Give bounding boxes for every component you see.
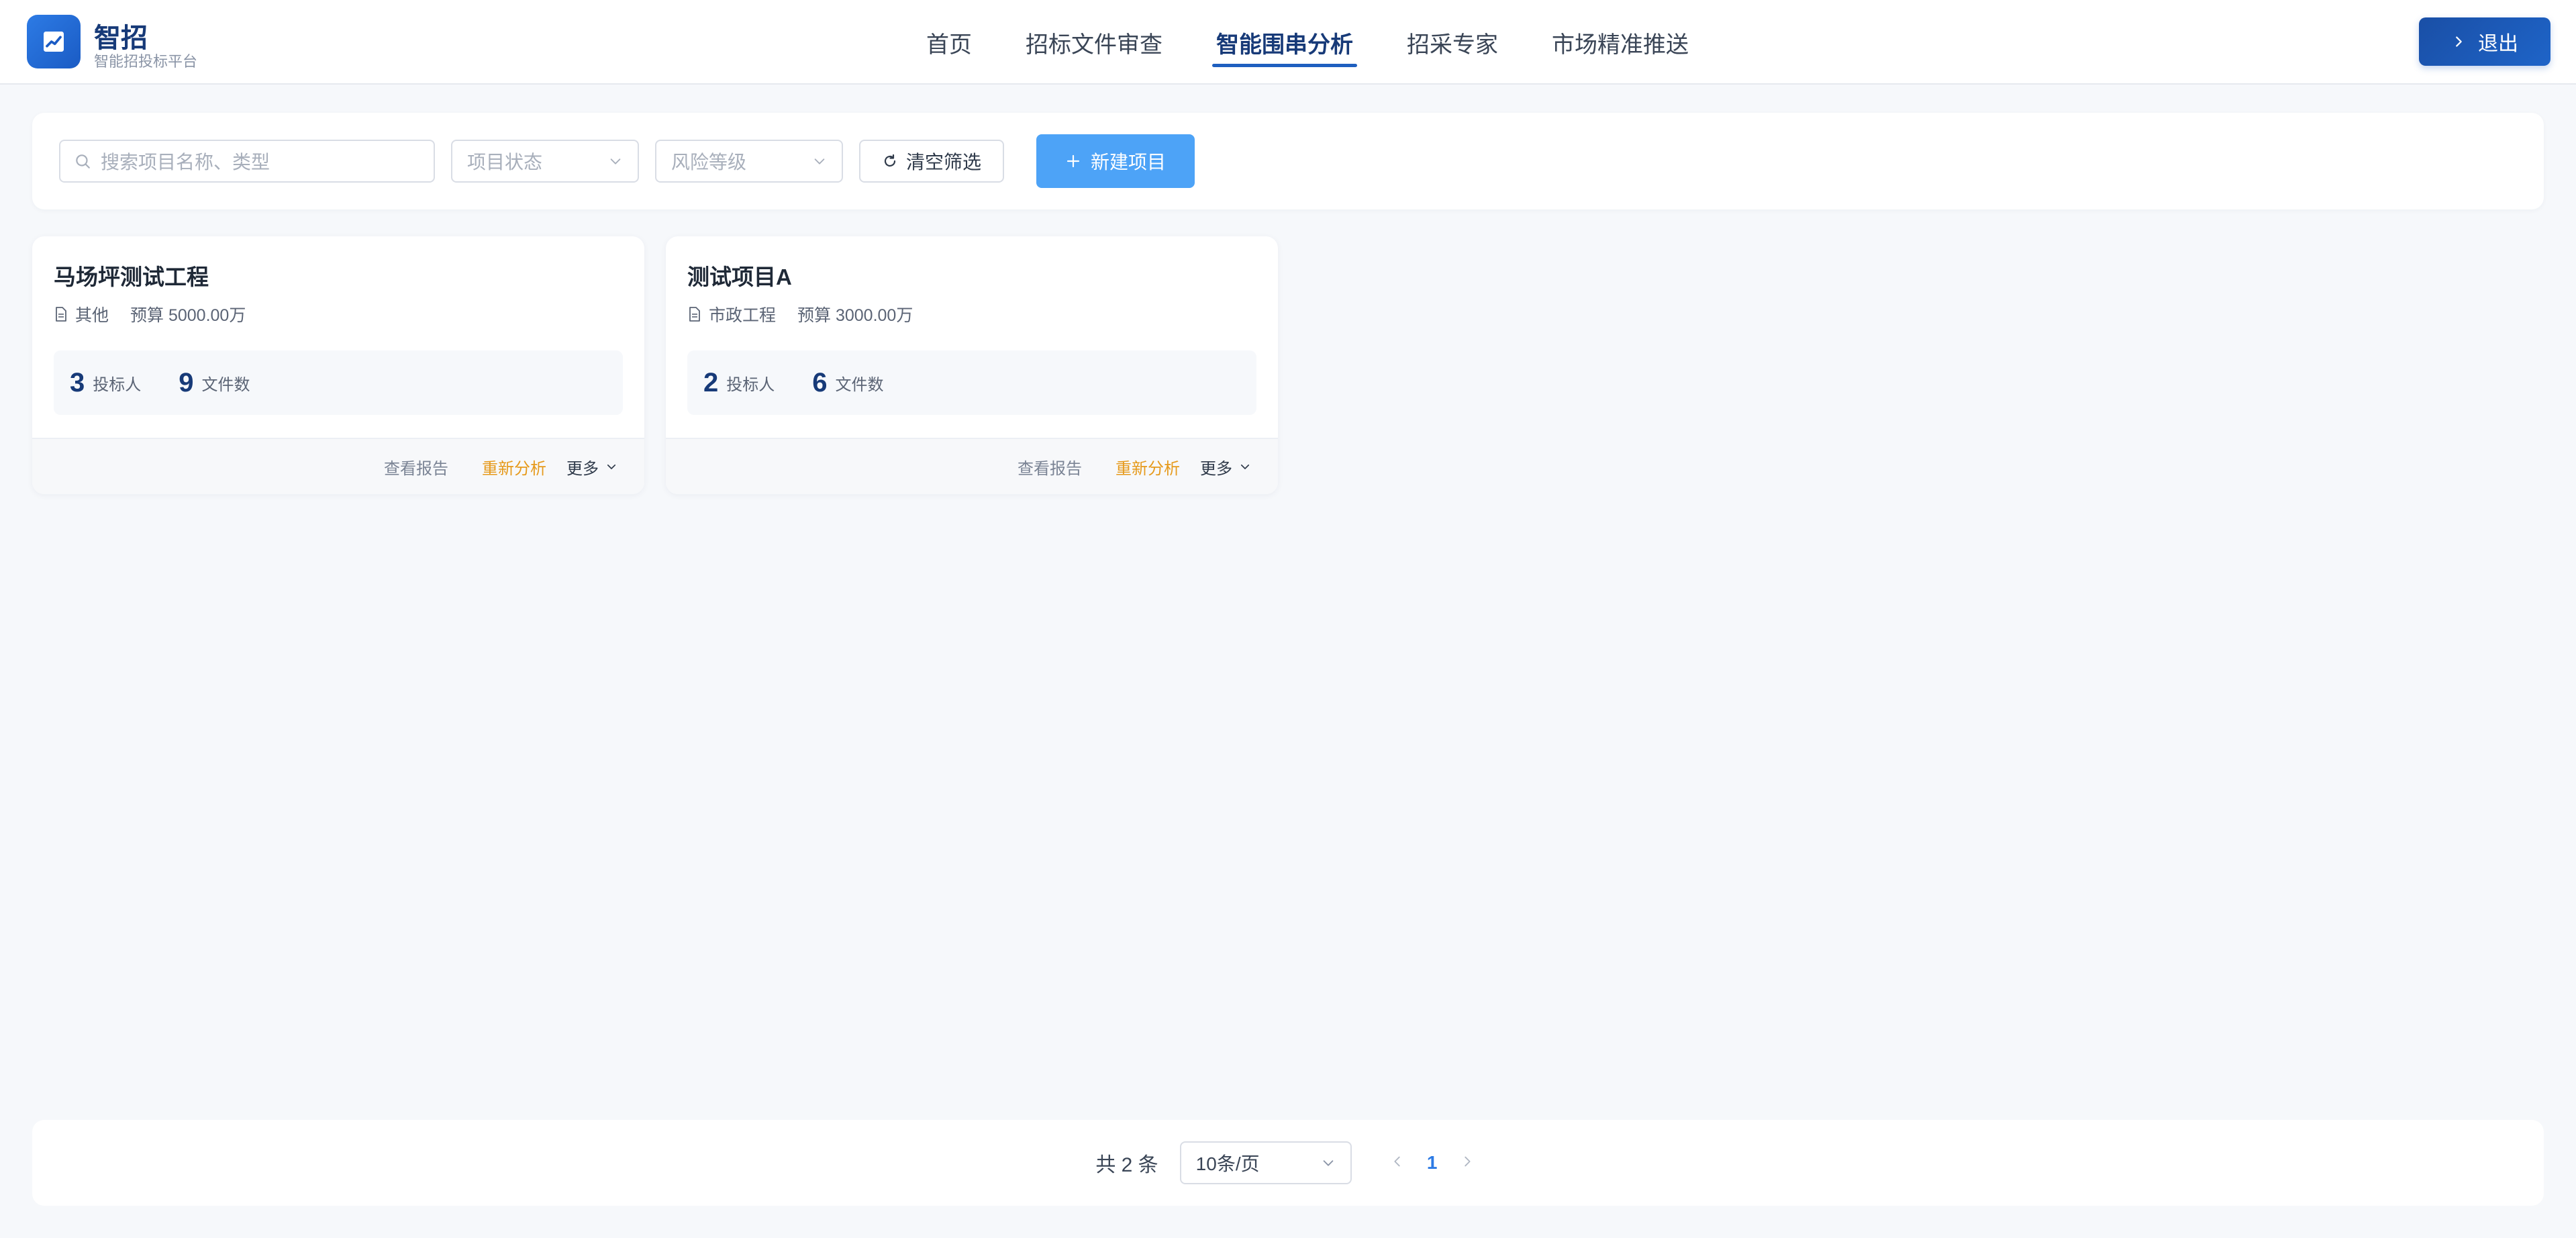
logout-label: 退出: [2478, 33, 2518, 55]
search-input[interactable]: 搜索项目名称、类型: [59, 140, 435, 183]
nav-item-market-push[interactable]: 市场精准推送: [1552, 0, 1689, 85]
bidder-label: 投标人: [93, 375, 142, 394]
project-meta: 市政工程 预算 3000.00万: [687, 302, 913, 326]
main-nav: 首页 招标文件审查 智能围串分析 招采专家 市场精准推送: [926, 0, 1742, 85]
chevron-down-icon: [814, 158, 825, 164]
clear-filters-button[interactable]: 清空筛选: [859, 140, 1004, 183]
nav-item-home[interactable]: 首页: [926, 0, 972, 85]
search-icon: [76, 154, 90, 169]
file-count: 6: [812, 367, 828, 397]
nav-item-procurement-expert[interactable]: 招采专家: [1407, 0, 1498, 85]
page-size-select[interactable]: 10条/页: [1179, 1141, 1352, 1184]
reanalyze-link[interactable]: 重新分析: [1116, 455, 1180, 479]
project-stats: 3 投标人 9 文件数: [54, 350, 623, 415]
pagination-total: 共 2 条: [1095, 1154, 1158, 1176]
project-budget: 预算 5000.00万: [130, 306, 246, 325]
page-number[interactable]: 1: [1411, 1152, 1454, 1174]
chevron-down-icon: [610, 158, 621, 164]
more-label: 更多: [566, 459, 599, 478]
nav-item-tender-review[interactable]: 招标文件审查: [1026, 0, 1162, 85]
bidder-count: 2: [703, 367, 719, 397]
next-page-button[interactable]: [1454, 1151, 1481, 1174]
more-dropdown[interactable]: 更多: [566, 455, 617, 479]
bidder-label: 投标人: [726, 375, 775, 394]
project-meta: 其他 预算 5000.00万: [54, 302, 246, 326]
brand-subtitle: 智能招投标平台: [94, 53, 198, 70]
top-header: 智招 智能招投标平台 首页 招标文件审查 智能围串分析 招采专家 市场精准推送 …: [0, 0, 2576, 85]
more-dropdown[interactable]: 更多: [1200, 455, 1251, 479]
project-card[interactable]: 马场坪测试工程 其他 预算 5000.00万 3 投标人 9 文件数 查看报告 …: [32, 236, 644, 494]
reanalyze-link[interactable]: 重新分析: [482, 455, 546, 479]
document-icon: [689, 307, 700, 322]
clear-filters-label: 清空筛选: [905, 152, 981, 173]
prev-page-button[interactable]: [1384, 1151, 1411, 1174]
project-name: 测试项目A: [687, 265, 792, 289]
pagination: 共 2 条 10条/页 1: [32, 1120, 2544, 1206]
nav-item-collusion-analysis[interactable]: 智能围串分析: [1212, 0, 1357, 85]
app-logo[interactable]: [27, 15, 81, 68]
chevron-right-icon: [1465, 1156, 1471, 1167]
card-actions: 查看报告 重新分析 更多: [32, 438, 644, 494]
file-count: 9: [179, 367, 194, 397]
project-budget: 预算 3000.00万: [797, 306, 913, 325]
project-type: 其他: [75, 306, 109, 325]
view-report-link[interactable]: 查看报告: [1018, 455, 1082, 479]
chevron-left-icon: [1394, 1156, 1400, 1167]
risk-select-placeholder: 风险等级: [671, 152, 747, 173]
status-select[interactable]: 项目状态: [451, 140, 639, 183]
chevron-down-icon: [607, 464, 616, 469]
bidder-count: 3: [70, 367, 85, 397]
new-project-button[interactable]: 新建项目: [1036, 134, 1195, 188]
project-stats: 2 投标人 6 文件数: [687, 350, 1256, 415]
chevron-down-icon: [1240, 464, 1250, 469]
chevron-right-icon: [2456, 36, 2462, 47]
chevron-down-icon: [1323, 1160, 1334, 1166]
status-select-placeholder: 项目状态: [467, 152, 543, 173]
file-label: 文件数: [201, 375, 250, 394]
file-label: 文件数: [835, 375, 884, 394]
page-size-value: 10条/页: [1195, 1153, 1260, 1174]
new-project-label: 新建项目: [1090, 152, 1166, 173]
project-card[interactable]: 测试项目A 市政工程 预算 3000.00万 2 投标人 6 文件数 查看报告 …: [666, 236, 1278, 494]
refresh-icon: [884, 154, 896, 167]
trend-chart-icon: [44, 32, 64, 52]
card-actions: 查看报告 重新分析 更多: [666, 438, 1278, 494]
logout-button[interactable]: 退出: [2419, 17, 2550, 66]
search-placeholder: 搜索项目名称、类型: [101, 152, 270, 173]
document-icon: [56, 307, 66, 322]
risk-select[interactable]: 风险等级: [655, 140, 843, 183]
view-report-link[interactable]: 查看报告: [384, 455, 448, 479]
filter-panel: 搜索项目名称、类型 项目状态 风险等级 清空筛选 新建项目: [32, 113, 2544, 209]
project-type: 市政工程: [709, 306, 777, 325]
more-label: 更多: [1200, 459, 1232, 478]
project-name: 马场坪测试工程: [54, 265, 209, 289]
plus-icon: [1067, 154, 1080, 168]
